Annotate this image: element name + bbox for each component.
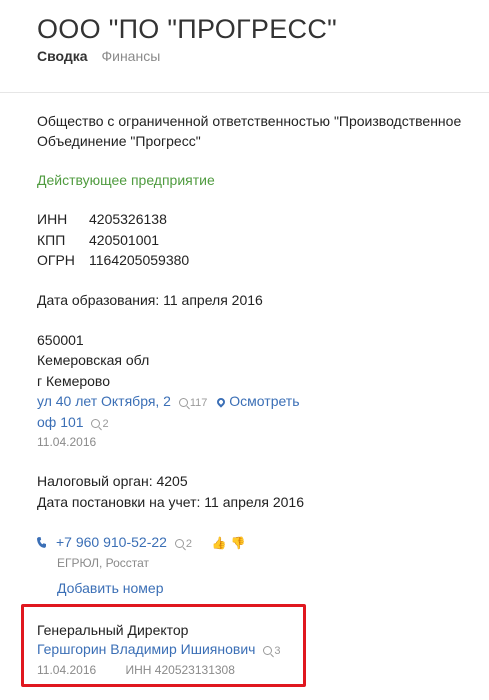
company-full-name-line1: Общество с ограниченной ответственностью… [37,113,462,129]
page-title: ООО "ПО "ПРОГРЕСС" [37,14,338,44]
ogrn-value: 1164205059380 [89,252,190,268]
director-count-value: 3 [274,645,281,657]
street-count-value: 117 [189,397,208,409]
inn-value: 4205326138 [89,211,167,227]
tax-authority: Налоговый орган: 4205 [37,473,188,489]
address-office-link[interactable]: оф 101 [37,414,84,430]
kpp-value: 420501001 [89,232,160,248]
ogrn-row: ОГРН 1164205059380 [37,250,189,270]
view-on-map-link[interactable]: Осмотреть [229,393,299,409]
header-divider [0,92,489,93]
kpp-row: КПП 420501001 [37,230,159,250]
phone-number-link[interactable]: +7 960 910-52-22 [56,534,167,550]
address-zip: 650001 [37,332,84,348]
status-active: Действующее предприятие [37,172,215,188]
address-city: г Кемерово [37,373,110,389]
company-full-name: Общество с ограниченной ответственностью… [37,111,461,151]
tabs-bar: Сводка Финансы [37,48,160,64]
director-position: Генеральный Директор [37,622,189,638]
address-date: 11.04.2016 [37,435,97,449]
ogrn-label: ОГРН [37,252,75,268]
search-icon [91,419,101,428]
street-search-count[interactable]: 117 [178,397,208,409]
address-region: Кемеровская обл [37,352,150,368]
phone-icon [37,537,46,548]
map-pin-icon [215,396,227,408]
director-name-row: Гершгорин Владимир Ишиянович 3 [37,639,280,661]
tax-registered-date: Дата постановки на учет: 11 апреля 2016 [37,494,304,510]
thumbs-down-icon[interactable]: 👎 [231,533,246,553]
address-street-row: ул 40 лет Октября, 2 117 Осмотреть [37,391,300,413]
phone-search-count[interactable]: 2 [174,538,192,550]
director-date: 11.04.2016 [37,663,97,677]
address-office-row: оф 101 2 [37,412,109,434]
inn-label: ИНН [37,211,68,227]
tab-summary[interactable]: Сводка [37,48,88,64]
office-count-value: 2 [102,418,109,430]
director-search-count[interactable]: 3 [263,645,280,657]
kpp-label: КПП [37,232,66,248]
add-phone-link[interactable]: Добавить номер [57,578,163,598]
office-search-count[interactable]: 2 [91,418,109,430]
inn-row: ИНН 4205326138 [37,209,167,229]
address-street-link[interactable]: ул 40 лет Октября, 2 [37,393,171,409]
phone-count-value: 2 [185,538,192,550]
director-inn: ИНН 420523131308 [125,663,235,677]
phone-row: +7 960 910-52-22 2 👍 👎 [37,532,246,554]
tab-finance[interactable]: Финансы [101,48,160,64]
director-meta-row: 11.04.2016 ИНН 420523131308 [37,660,235,680]
founded-date: Дата образования: 11 апреля 2016 [37,292,263,308]
search-icon [178,398,188,407]
director-name-link[interactable]: Гершгорин Владимир Ишиянович [37,641,255,657]
phone-source: ЕГРЮЛ, Росстат [57,556,150,570]
search-icon [174,539,184,548]
company-full-name-line2: Объединение "Прогресс" [37,133,201,149]
thumbs-up-icon[interactable]: 👍 [212,533,227,553]
search-icon [263,646,273,655]
